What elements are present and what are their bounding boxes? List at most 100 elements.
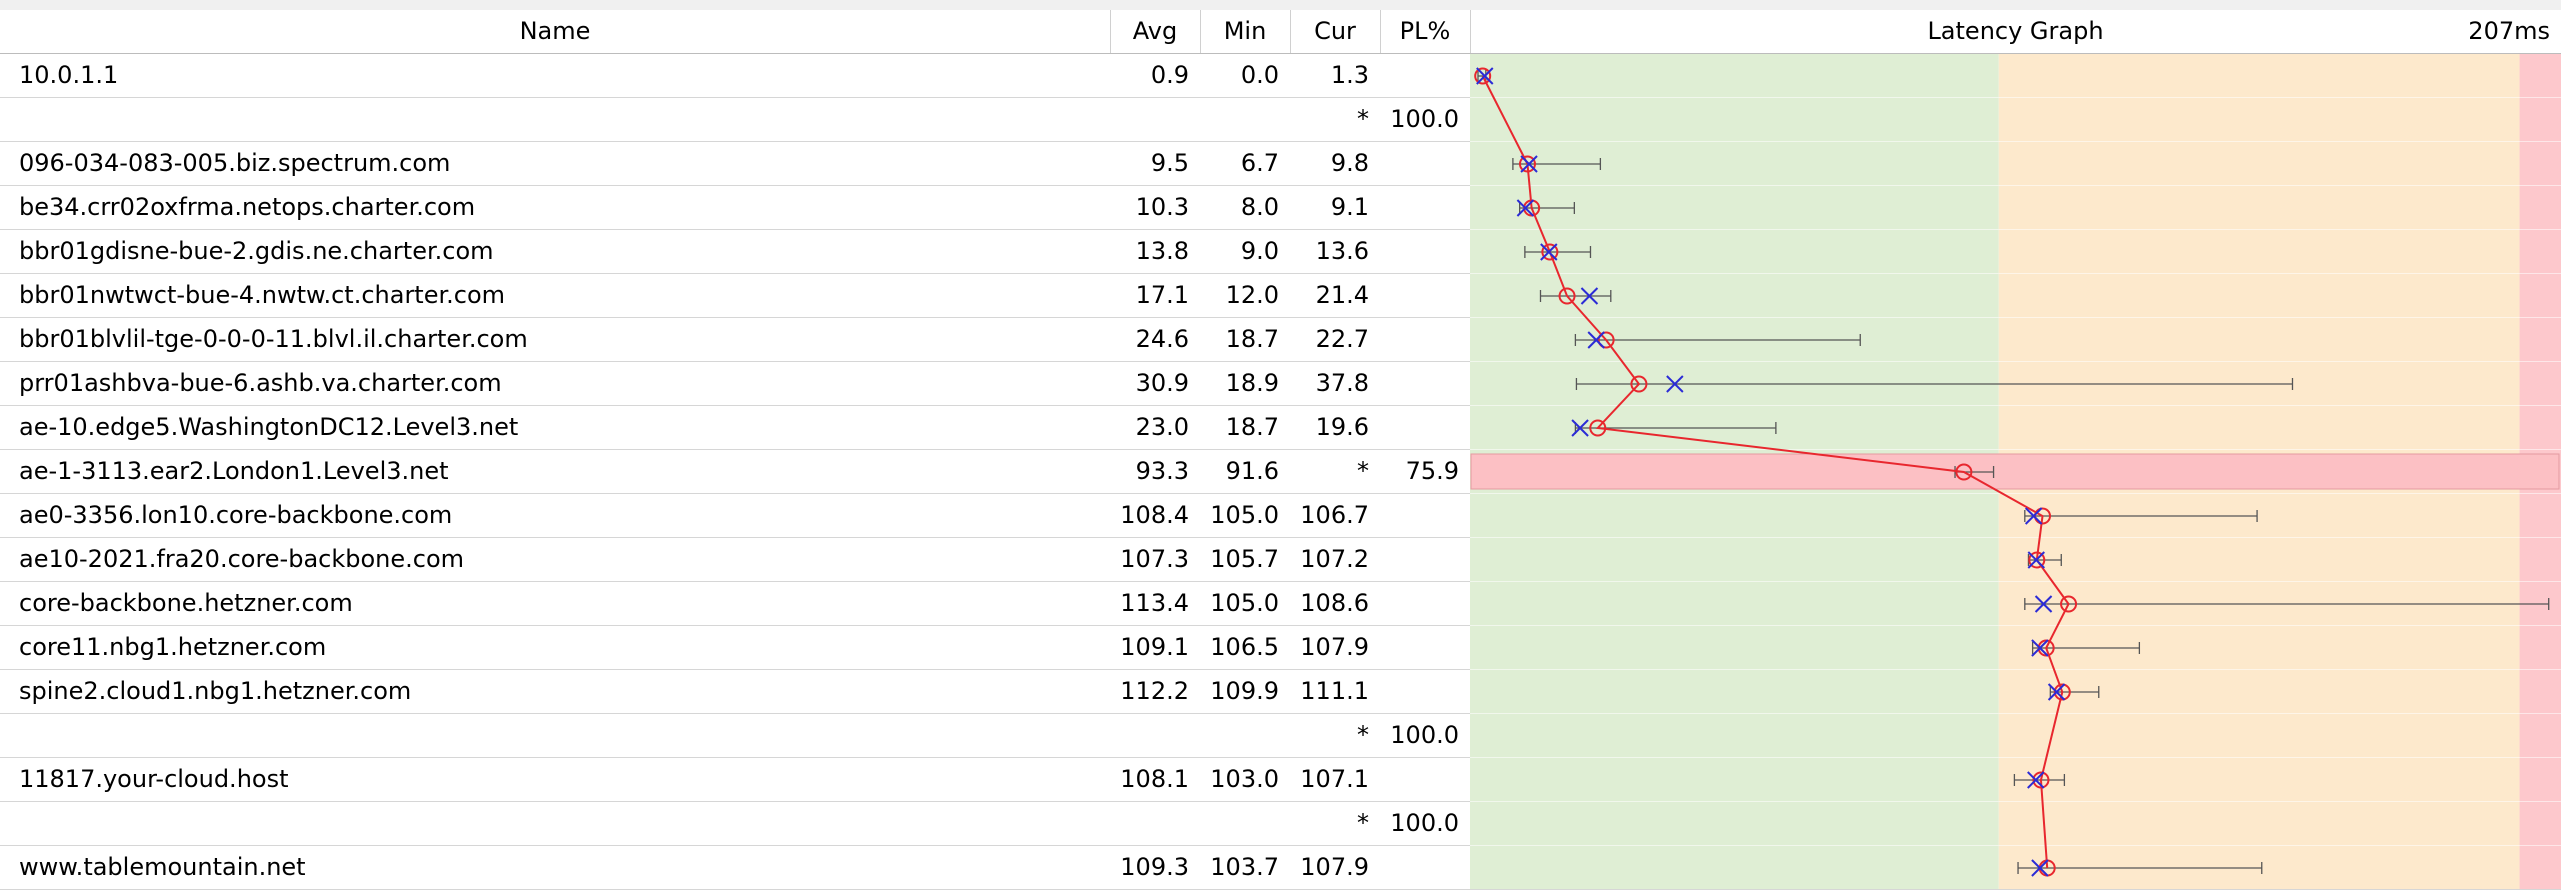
hop-name: 11817.your-cloud.host [19, 765, 289, 793]
hop-avg: 30.9 [1135, 369, 1189, 397]
hop-min: 0.0 [1240, 61, 1279, 89]
hop-avg [1110, 98, 1200, 141]
column-header-name[interactable]: Name [0, 10, 1110, 53]
hop-pl [1380, 274, 1470, 317]
hop-cur: 106.7 [1300, 501, 1369, 529]
hop-cur: 111.1 [1300, 677, 1369, 705]
hop-min: 103.0 [1210, 765, 1279, 793]
hop-cur: 1.3 [1330, 61, 1369, 89]
hop-name: bbr01gdisne-bue-2.gdis.ne.charter.com [19, 237, 494, 265]
hop-avg [1110, 802, 1200, 845]
column-header-cur[interactable]: Cur [1290, 10, 1380, 53]
hop-avg: 0.9 [1150, 61, 1189, 89]
hop-name [0, 714, 1110, 757]
hop-avg [1110, 714, 1200, 757]
hop-name: core-backbone.hetzner.com [19, 589, 353, 617]
hop-pl [1380, 538, 1470, 581]
hop-name: ae-10.edge5.WashingtonDC12.Level3.net [19, 413, 519, 441]
hop-avg: 109.1 [1120, 633, 1189, 661]
hop-avg: 108.4 [1120, 501, 1189, 529]
hop-name [0, 98, 1110, 141]
hop-cur: 107.9 [1300, 853, 1369, 881]
hop-name: be34.crr02oxfrma.netops.charter.com [19, 193, 476, 221]
hop-min [1200, 98, 1290, 141]
latency-graph [1470, 54, 2561, 889]
hop-avg: 108.1 [1120, 765, 1189, 793]
hop-min: 105.0 [1210, 589, 1279, 617]
hop-avg: 109.3 [1120, 853, 1189, 881]
hop-name: 096-034-083-005.biz.spectrum.com [19, 149, 451, 177]
hop-avg: 10.3 [1135, 193, 1189, 221]
hop-pl [1380, 230, 1470, 273]
hop-min: 105.0 [1210, 501, 1279, 529]
hop-pl: 100.0 [1390, 105, 1459, 133]
hop-name: prr01ashbva-bue-6.ashb.va.charter.com [19, 369, 502, 397]
hop-name: 10.0.1.1 [19, 61, 119, 89]
hop-pl [1380, 846, 1470, 889]
column-header-avg[interactable]: Avg [1110, 10, 1200, 53]
hop-avg: 113.4 [1120, 589, 1189, 617]
hop-cur: 108.6 [1300, 589, 1369, 617]
hop-name: bbr01nwtwct-bue-4.nwtw.ct.charter.com [19, 281, 506, 309]
hop-min: 8.0 [1240, 193, 1279, 221]
hop-min: 9.0 [1240, 237, 1279, 265]
hop-cur: 21.4 [1315, 281, 1369, 309]
hop-min: 18.7 [1225, 325, 1279, 353]
hop-cur: 107.9 [1300, 633, 1369, 661]
hop-cur: 37.8 [1315, 369, 1369, 397]
hop-name: spine2.cloud1.nbg1.hetzner.com [19, 677, 412, 705]
hop-pl [1380, 362, 1470, 405]
hop-pl: 100.0 [1390, 809, 1459, 837]
hop-name: ae10-2021.fra20.core-backbone.com [19, 545, 465, 573]
hop-cur: * [1357, 457, 1369, 485]
hop-min: 91.6 [1225, 457, 1279, 485]
hop-avg: 112.2 [1120, 677, 1189, 705]
hop-cur: 19.6 [1315, 413, 1369, 441]
hop-pl [1380, 142, 1470, 185]
hop-cur: 107.2 [1300, 545, 1369, 573]
hop-min: 18.9 [1225, 369, 1279, 397]
hop-avg: 9.5 [1150, 149, 1189, 177]
hop-cur: * [1357, 105, 1369, 133]
table-header: Name Avg Min Cur PL% Latency Graph 207ms [0, 10, 2561, 54]
hop-cur: 13.6 [1315, 237, 1369, 265]
hop-cur: 9.1 [1330, 193, 1369, 221]
hop-min: 103.7 [1210, 853, 1279, 881]
hop-min: 106.5 [1210, 633, 1279, 661]
hop-pl [1380, 54, 1470, 97]
hop-pl [1380, 758, 1470, 801]
hop-pl [1380, 582, 1470, 625]
hop-name [0, 802, 1110, 845]
graph-scale-label: 207ms [2468, 17, 2550, 45]
hop-pl [1380, 626, 1470, 669]
hop-min: 18.7 [1225, 413, 1279, 441]
hop-min: 109.9 [1210, 677, 1279, 705]
hop-pl [1380, 318, 1470, 361]
hop-cur: 9.8 [1330, 149, 1369, 177]
column-header-min[interactable]: Min [1200, 10, 1290, 53]
hop-pl: 100.0 [1390, 721, 1459, 749]
hop-min [1200, 802, 1290, 845]
hop-pl [1380, 494, 1470, 537]
hop-name: ae-1-3113.ear2.London1.Level3.net [19, 457, 449, 485]
hop-avg: 17.1 [1135, 281, 1189, 309]
hop-cur: 107.1 [1300, 765, 1369, 793]
hop-avg: 23.0 [1135, 413, 1189, 441]
hop-cur: * [1357, 721, 1369, 749]
hop-avg: 13.8 [1135, 237, 1189, 265]
hop-min: 105.7 [1210, 545, 1279, 573]
hop-name: ae0-3356.lon10.core-backbone.com [19, 501, 453, 529]
hop-cur: 22.7 [1315, 325, 1369, 353]
hop-name: www.tablemountain.net [19, 853, 306, 881]
hop-pl [1380, 186, 1470, 229]
hop-avg: 107.3 [1120, 545, 1189, 573]
hop-avg: 93.3 [1135, 457, 1189, 485]
hop-name: bbr01blvlil-tge-0-0-0-11.blvl.il.charter… [19, 325, 528, 353]
packet-loss-row-highlight [1470, 453, 2560, 490]
hop-min: 6.7 [1240, 149, 1279, 177]
hop-min [1200, 714, 1290, 757]
column-header-pl[interactable]: PL% [1380, 10, 1470, 53]
hop-pl: 75.9 [1405, 457, 1459, 485]
hop-cur: * [1357, 809, 1369, 837]
hop-pl [1380, 406, 1470, 449]
